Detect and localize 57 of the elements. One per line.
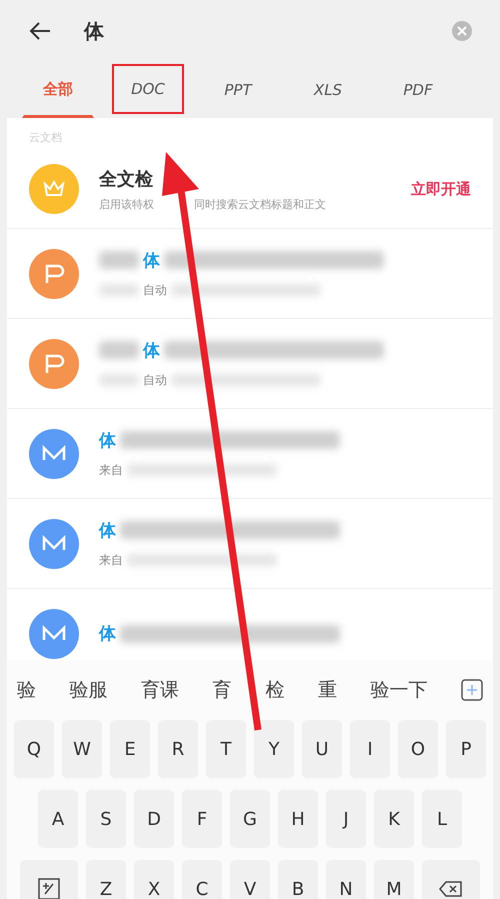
tab[interactable]: PDF <box>382 62 454 118</box>
keyboard-key[interactable]: N <box>326 860 366 899</box>
document-file-icon <box>29 518 79 568</box>
tab[interactable]: PPT <box>202 62 274 118</box>
crown-icon <box>29 164 79 214</box>
add-icon[interactable] <box>460 679 483 701</box>
keyboard-key[interactable]: T <box>206 720 246 778</box>
result-source: 来自 <box>99 462 123 478</box>
candidate-word[interactable]: 育 <box>212 677 232 703</box>
result-source: 来自 <box>99 552 123 568</box>
promo-subtitle: 同时搜索云文档标题和正文 <box>194 196 326 212</box>
keyboard-key[interactable]: I <box>350 720 390 778</box>
result-source: 自动 <box>143 282 167 298</box>
presentation-file-icon <box>29 248 79 298</box>
promo-subtitle: 启用该特权 <box>99 196 154 212</box>
keyboard-key[interactable]: A <box>38 790 78 848</box>
result-source: 自动 <box>143 372 167 388</box>
keyboard-key[interactable]: O <box>398 720 438 778</box>
keyboard-key[interactable]: L <box>422 790 462 848</box>
keyboard-key[interactable]: Y <box>254 720 294 778</box>
keyboard-key[interactable]: H <box>278 790 318 848</box>
keyboard-key[interactable]: S <box>86 790 126 848</box>
presentation-file-icon <box>29 338 79 388</box>
candidate-word[interactable]: 重 <box>318 677 337 703</box>
keyboard-key[interactable]: U <box>302 720 342 778</box>
tab[interactable]: XLS <box>292 62 364 118</box>
keyboard-key[interactable]: Z <box>86 860 126 899</box>
backspace-icon <box>439 880 463 898</box>
plus-minus-icon <box>38 878 60 899</box>
promo-title: 全文检 <box>99 168 154 190</box>
candidate-word[interactable]: 育课 <box>141 677 180 703</box>
keyboard-key[interactable]: P <box>446 720 486 778</box>
keyboard-key[interactable]: V <box>230 860 270 899</box>
keyboard-key[interactable]: R <box>158 720 198 778</box>
candidate-word[interactable]: 验 <box>17 677 36 703</box>
keyboard-key[interactable]: X <box>134 860 174 899</box>
keyboard-key[interactable]: F <box>182 790 222 848</box>
candidate-word[interactable]: 验一下 <box>370 677 428 703</box>
blurred-text <box>99 341 139 359</box>
keyboard-key[interactable]: M <box>374 860 414 899</box>
keyboard-key[interactable]: J <box>326 790 366 848</box>
tab[interactable]: DOC <box>112 64 184 114</box>
candidate-word[interactable]: 验服 <box>70 677 108 703</box>
keyboard-key[interactable]: K <box>374 790 414 848</box>
keyboard-key[interactable]: B <box>278 860 318 899</box>
document-file-icon <box>29 428 79 478</box>
candidate-word[interactable]: 检 <box>265 677 284 703</box>
keyboard-key[interactable]: W <box>62 720 102 778</box>
keyboard-key[interactable]: E <box>110 720 150 778</box>
search-field[interactable]: 体 <box>84 18 452 44</box>
back-icon[interactable] <box>28 21 52 41</box>
keyboard-key[interactable]: C <box>182 860 222 899</box>
keyboard-key[interactable]: D <box>134 790 174 848</box>
keyboard-key[interactable]: Q <box>14 720 54 778</box>
activate-link[interactable]: 立即开通 <box>411 180 471 198</box>
blurred-text <box>99 251 139 269</box>
keyboard-key[interactable]: G <box>230 790 270 848</box>
